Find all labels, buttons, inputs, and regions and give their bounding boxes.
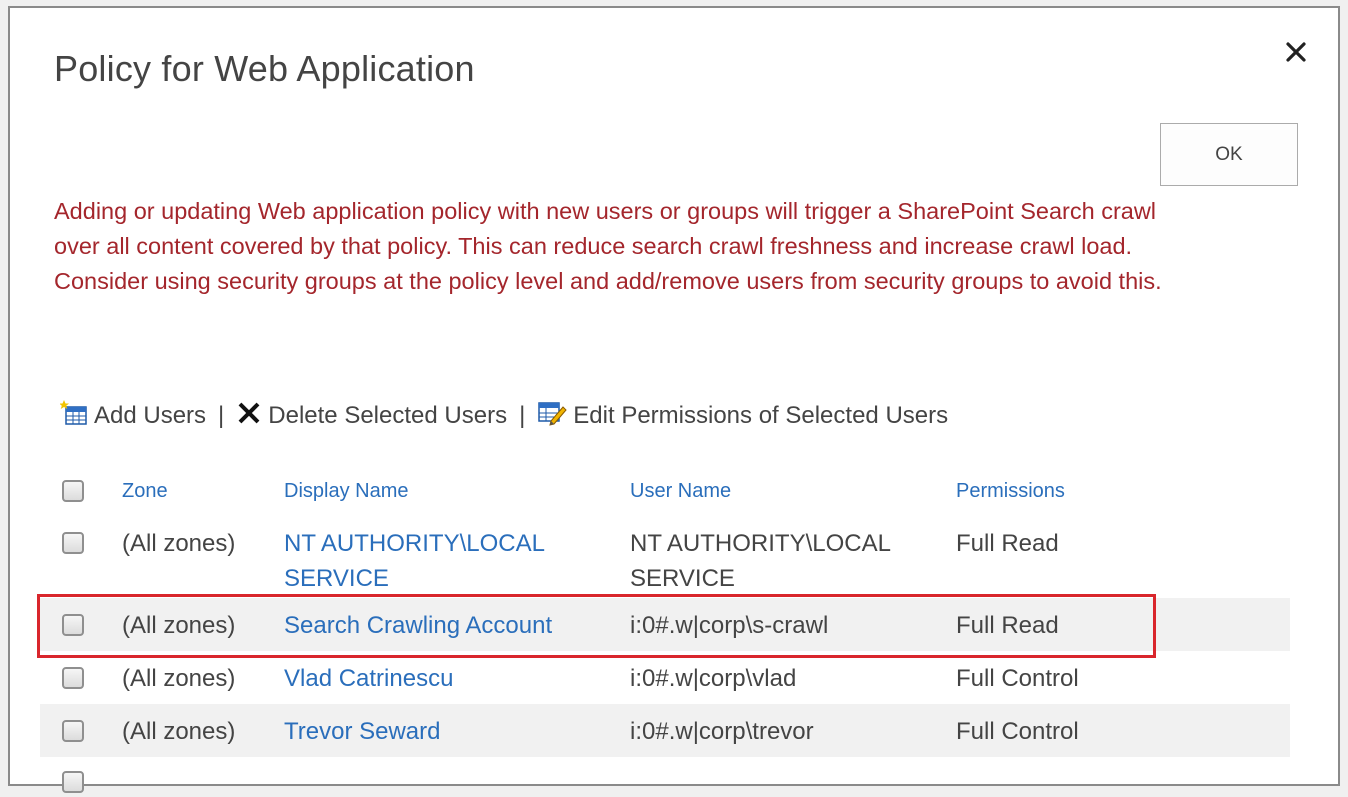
user-name-cell: i:0#.w|corp\trevor bbox=[630, 718, 814, 745]
zone-cell: (All zones) bbox=[122, 665, 236, 692]
zone-cell: (All zones) bbox=[122, 530, 236, 557]
zone-cell: (All zones) bbox=[122, 718, 236, 745]
zone-cell: (All zones) bbox=[122, 612, 236, 639]
policy-toolbar: Add Users | Delete Selected Users | Edit… bbox=[59, 396, 948, 436]
delete-selected-users-button[interactable]: Delete Selected Users bbox=[236, 400, 507, 433]
row-checkbox[interactable] bbox=[62, 720, 84, 742]
close-icon[interactable] bbox=[1282, 38, 1312, 68]
toolbar-separator: | bbox=[519, 402, 526, 429]
header-display-name[interactable]: Display Name bbox=[284, 474, 614, 509]
display-name-link[interactable]: NT AUTHORITY\LOCAL SERVICE bbox=[284, 526, 614, 596]
display-name-link[interactable]: Vlad Catrinescu bbox=[284, 661, 614, 696]
table-header-row: Zone Display Name User Name Permissions bbox=[40, 466, 1290, 516]
row-checkbox[interactable] bbox=[62, 667, 84, 689]
row-checkbox[interactable] bbox=[62, 614, 84, 636]
row-checkbox[interactable] bbox=[62, 771, 84, 793]
add-users-icon bbox=[59, 399, 88, 434]
table-row: (All zones) Vlad Catrinescu i:0#.w|corp\… bbox=[40, 651, 1290, 704]
header-permissions[interactable]: Permissions bbox=[956, 474, 1065, 509]
dialog-title: Policy for Web Application bbox=[54, 48, 475, 89]
user-name-cell: i:0#.w|corp\s-crawl bbox=[630, 612, 829, 639]
policy-users-table: Zone Display Name User Name Permissions … bbox=[40, 466, 1290, 797]
table-row: (All zones) Search Crawling Account i:0#… bbox=[40, 598, 1290, 651]
toolbar-separator: | bbox=[218, 402, 225, 429]
header-user-name[interactable]: User Name bbox=[630, 474, 930, 509]
display-name-link[interactable]: Search Crawling Account bbox=[284, 608, 614, 643]
add-users-button[interactable]: Add Users bbox=[59, 399, 207, 434]
ok-button[interactable]: OK bbox=[1160, 123, 1298, 186]
user-name-cell: NT AUTHORITY\LOCAL SERVICE bbox=[630, 530, 891, 592]
user-name-cell: i:0#.w|corp\vlad bbox=[630, 665, 797, 692]
edit-permissions-button[interactable]: Edit Permissions of Selected Users bbox=[537, 399, 948, 434]
permissions-cell: Full Read bbox=[956, 530, 1059, 557]
display-name-link[interactable]: Trevor Seward bbox=[284, 714, 614, 749]
header-zone[interactable]: Zone bbox=[122, 474, 168, 509]
delete-selected-users-label: Delete Selected Users bbox=[268, 402, 508, 429]
select-all-checkbox[interactable] bbox=[62, 480, 84, 502]
add-users-label: Add Users bbox=[94, 402, 207, 429]
table-row: (All zones) Trevor Seward i:0#.w|corp\tr… bbox=[40, 704, 1290, 757]
table-row-partial bbox=[40, 757, 1290, 797]
edit-permissions-label: Edit Permissions of Selected Users bbox=[573, 402, 949, 429]
policy-warning-text: Adding or updating Web application polic… bbox=[54, 198, 1162, 294]
permissions-cell: Full Control bbox=[956, 718, 1079, 745]
delete-x-icon bbox=[236, 400, 262, 433]
edit-permissions-icon bbox=[537, 399, 567, 434]
table-row: (All zones) NT AUTHORITY\LOCAL SERVICE N… bbox=[40, 516, 1290, 598]
permissions-cell: Full Read bbox=[956, 612, 1059, 639]
row-checkbox[interactable] bbox=[62, 532, 84, 554]
permissions-cell: Full Control bbox=[956, 665, 1079, 692]
